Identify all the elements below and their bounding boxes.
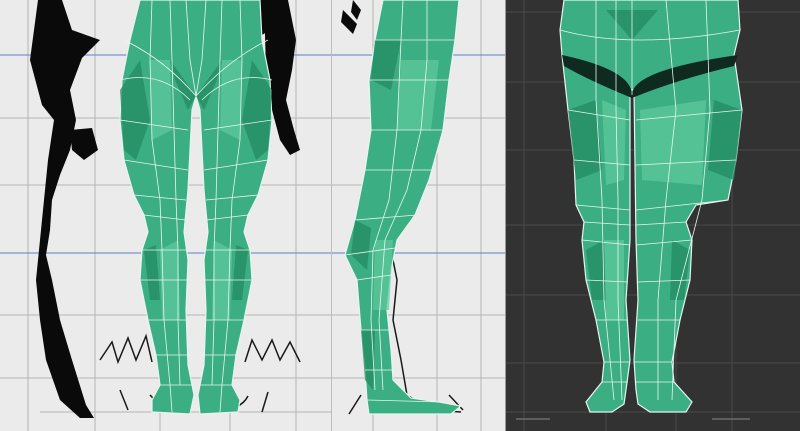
viewport-divider[interactable] <box>331 0 332 431</box>
perspective-viewport-canvas[interactable] <box>506 0 800 431</box>
side-viewport-canvas[interactable] <box>331 0 506 431</box>
perspective-viewport[interactable] <box>506 0 800 431</box>
front-viewport[interactable] <box>0 0 331 431</box>
front-viewport-canvas[interactable] <box>0 0 331 431</box>
viewport-divider[interactable] <box>505 0 506 431</box>
modeling-workspace <box>0 0 800 431</box>
side-viewport[interactable] <box>331 0 506 431</box>
